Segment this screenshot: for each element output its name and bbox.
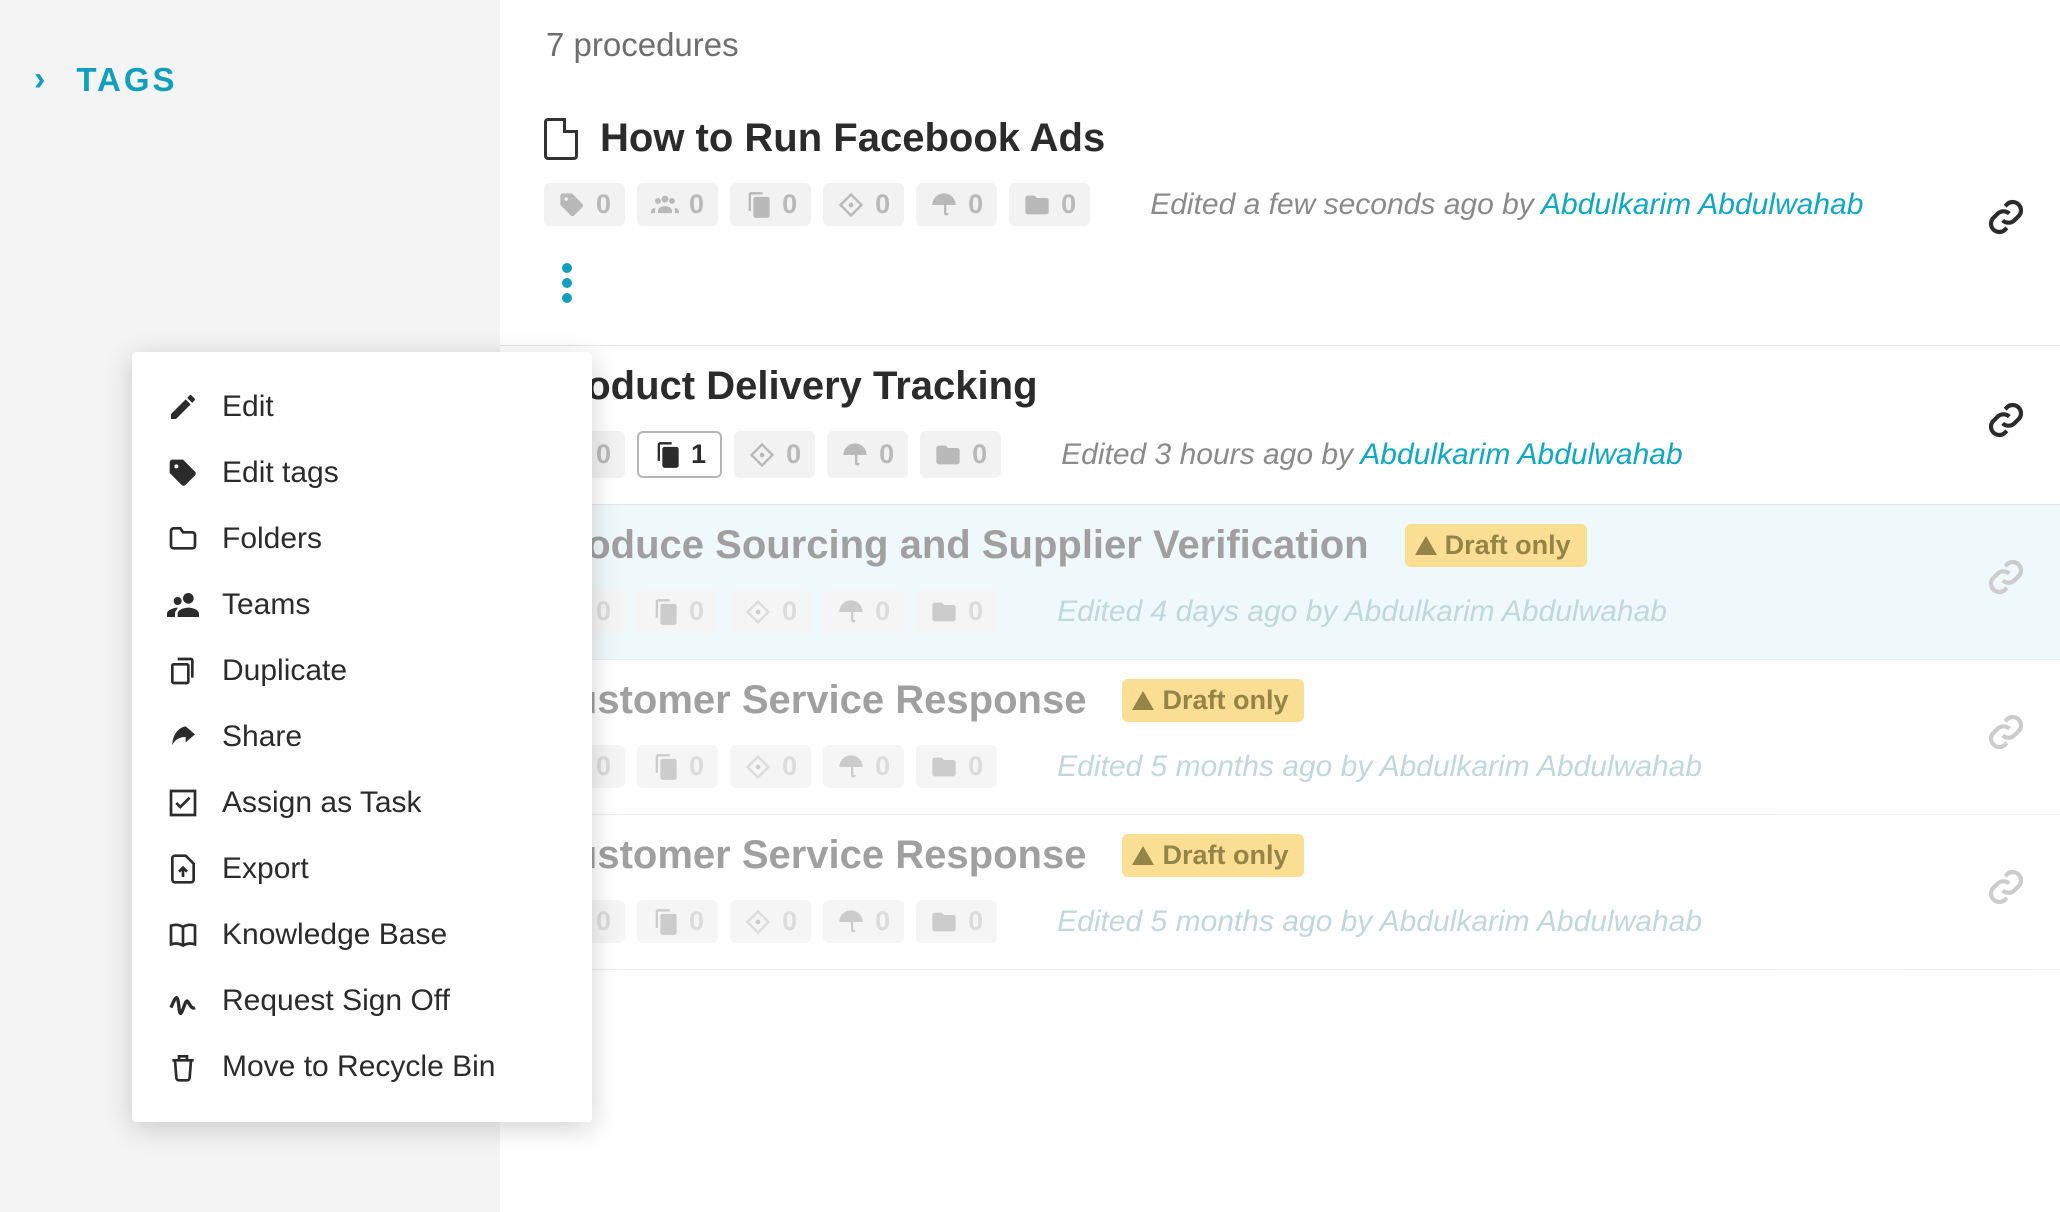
stat-tags[interactable]: 0 bbox=[544, 183, 625, 226]
procedures-count: 7 procedures bbox=[500, 0, 2060, 64]
more-actions-button[interactable] bbox=[544, 252, 590, 314]
stat-approvals[interactable]: 0 bbox=[734, 431, 815, 478]
app-root: › TAGS 7 procedures How to Run Facebook … bbox=[0, 0, 2060, 1212]
edited-info: Edited a few seconds ago by Abdulkarim A… bbox=[1150, 188, 2020, 222]
edited-info: Edited 5 months ago by Abdulkarim Abdulw… bbox=[1057, 905, 2020, 939]
users-icon bbox=[166, 588, 200, 622]
editor-link[interactable]: Abdulkarim Abdulwahab bbox=[1360, 438, 1682, 471]
menu-item-edit[interactable]: Edit bbox=[132, 374, 592, 440]
menu-item-label: Request Sign Off bbox=[222, 984, 450, 1018]
menu-item-check[interactable]: Assign as Task bbox=[132, 770, 592, 836]
copy-icon bbox=[166, 654, 200, 688]
procedure-title: Produce Sourcing and Supplier Verificati… bbox=[544, 523, 1369, 568]
stats-group: 00000 bbox=[544, 590, 997, 633]
document-icon bbox=[544, 118, 578, 160]
editor-link[interactable]: Abdulkarim Abdulwahab bbox=[1380, 905, 1702, 938]
stat-copies[interactable]: 0 bbox=[637, 745, 718, 788]
stat-approvals[interactable]: 0 bbox=[730, 900, 811, 943]
sign-icon bbox=[166, 984, 200, 1018]
stat-approvals[interactable]: 0 bbox=[730, 590, 811, 633]
procedure-row[interactable]: Produce Sourcing and Supplier Verificati… bbox=[500, 505, 2060, 660]
procedure-title: Product Delivery Tracking bbox=[544, 364, 1038, 409]
menu-item-tag[interactable]: Edit tags bbox=[132, 440, 592, 506]
procedure-title: Customer Service Response bbox=[544, 833, 1086, 878]
menu-item-label: Knowledge Base bbox=[222, 918, 447, 952]
menu-item-share[interactable]: Share bbox=[132, 704, 592, 770]
stat-copies[interactable]: 0 bbox=[637, 590, 718, 633]
stat-copies[interactable]: 1 bbox=[637, 431, 722, 478]
menu-item-folder[interactable]: Folders bbox=[132, 506, 592, 572]
stat-folders[interactable]: 0 bbox=[920, 431, 1001, 478]
tags-label: TAGS bbox=[76, 61, 177, 99]
stat-approvals[interactable]: 0 bbox=[730, 745, 811, 788]
menu-item-copy[interactable]: Duplicate bbox=[132, 638, 592, 704]
stats-group: 00000 bbox=[544, 900, 997, 943]
copy-link-button[interactable] bbox=[1986, 400, 2026, 450]
stats-group: 00000 bbox=[544, 745, 997, 788]
menu-item-label: Edit bbox=[222, 390, 274, 424]
stat-umbrella[interactable]: 0 bbox=[916, 183, 997, 226]
edit-icon bbox=[166, 390, 200, 424]
stat-folders[interactable]: 0 bbox=[916, 900, 997, 943]
stat-approvals[interactable]: 0 bbox=[823, 183, 904, 226]
menu-item-label: Duplicate bbox=[222, 654, 347, 688]
draft-badge: Draft only bbox=[1405, 524, 1587, 567]
menu-item-sign[interactable]: Request Sign Off bbox=[132, 968, 592, 1034]
stat-copies[interactable]: 0 bbox=[730, 183, 811, 226]
stat-copies[interactable]: 0 bbox=[637, 900, 718, 943]
tags-section-header[interactable]: › TAGS bbox=[0, 60, 500, 99]
menu-item-label: Export bbox=[222, 852, 309, 886]
menu-item-label: Move to Recycle Bin bbox=[222, 1050, 495, 1084]
main-panel: 7 procedures How to Run Facebook Ads0000… bbox=[500, 0, 2060, 1212]
stat-umbrella[interactable]: 0 bbox=[823, 745, 904, 788]
draft-badge: Draft only bbox=[1122, 834, 1304, 877]
menu-item-book[interactable]: Knowledge Base bbox=[132, 902, 592, 968]
copy-link-button[interactable] bbox=[1986, 712, 2026, 762]
editor-link[interactable]: Abdulkarim Abdulwahab bbox=[1380, 750, 1702, 783]
tag-icon bbox=[166, 456, 200, 490]
procedures-list: How to Run Facebook Ads000000Edited a fe… bbox=[500, 98, 2060, 970]
copy-link-button[interactable] bbox=[1986, 867, 2026, 917]
edited-info: Edited 5 months ago by Abdulkarim Abdulw… bbox=[1057, 750, 2020, 784]
editor-link[interactable]: Abdulkarim Abdulwahab bbox=[1345, 595, 1667, 628]
draft-badge: Draft only bbox=[1122, 679, 1304, 722]
procedure-row[interactable]: Customer Service ResponseDraft only00000… bbox=[500, 815, 2060, 970]
menu-item-trash[interactable]: Move to Recycle Bin bbox=[132, 1034, 592, 1100]
folder-icon bbox=[166, 522, 200, 556]
stat-folders[interactable]: 0 bbox=[1009, 183, 1090, 226]
stat-folders[interactable]: 0 bbox=[916, 590, 997, 633]
book-icon bbox=[166, 918, 200, 952]
stat-folders[interactable]: 0 bbox=[916, 745, 997, 788]
procedure-title: How to Run Facebook Ads bbox=[600, 116, 1105, 161]
procedure-row[interactable]: Product Delivery Tracking 01000 Edited 3 h… bbox=[500, 346, 2060, 505]
edited-info: Edited 4 days ago by Abdulkarim Abdulwah… bbox=[1057, 595, 2020, 629]
stat-teams[interactable]: 0 bbox=[637, 183, 718, 226]
menu-item-label: Edit tags bbox=[222, 456, 339, 490]
export-icon bbox=[166, 852, 200, 886]
share-icon bbox=[166, 720, 200, 754]
procedure-row[interactable]: Customer Service ResponseDraft only00000… bbox=[500, 660, 2060, 815]
stat-umbrella[interactable]: 0 bbox=[823, 590, 904, 633]
copy-link-button[interactable] bbox=[1986, 557, 2026, 607]
stats-group: 01000 bbox=[544, 431, 1001, 478]
stat-umbrella[interactable]: 0 bbox=[823, 900, 904, 943]
menu-item-label: Assign as Task bbox=[222, 786, 422, 820]
menu-item-label: Folders bbox=[222, 522, 322, 556]
stat-umbrella[interactable]: 0 bbox=[827, 431, 908, 478]
trash-icon bbox=[166, 1050, 200, 1084]
menu-item-label: Share bbox=[222, 720, 302, 754]
editor-link[interactable]: Abdulkarim Abdulwahab bbox=[1541, 188, 1863, 221]
procedure-title: Customer Service Response bbox=[544, 678, 1086, 723]
menu-item-label: Teams bbox=[222, 588, 310, 622]
context-menu: Edit Edit tags Folders Teams Duplicate Share A… bbox=[132, 352, 592, 1122]
check-icon bbox=[166, 786, 200, 820]
menu-item-export[interactable]: Export bbox=[132, 836, 592, 902]
edited-info: Edited 3 hours ago by Abdulkarim Abdulwa… bbox=[1061, 438, 2020, 472]
procedure-row[interactable]: How to Run Facebook Ads000000Edited a fe… bbox=[500, 98, 2060, 346]
stats-group: 000000 bbox=[544, 183, 1090, 226]
menu-item-users[interactable]: Teams bbox=[132, 572, 592, 638]
chevron-right-icon: › bbox=[34, 60, 48, 99]
copy-link-button[interactable] bbox=[1986, 197, 2026, 247]
